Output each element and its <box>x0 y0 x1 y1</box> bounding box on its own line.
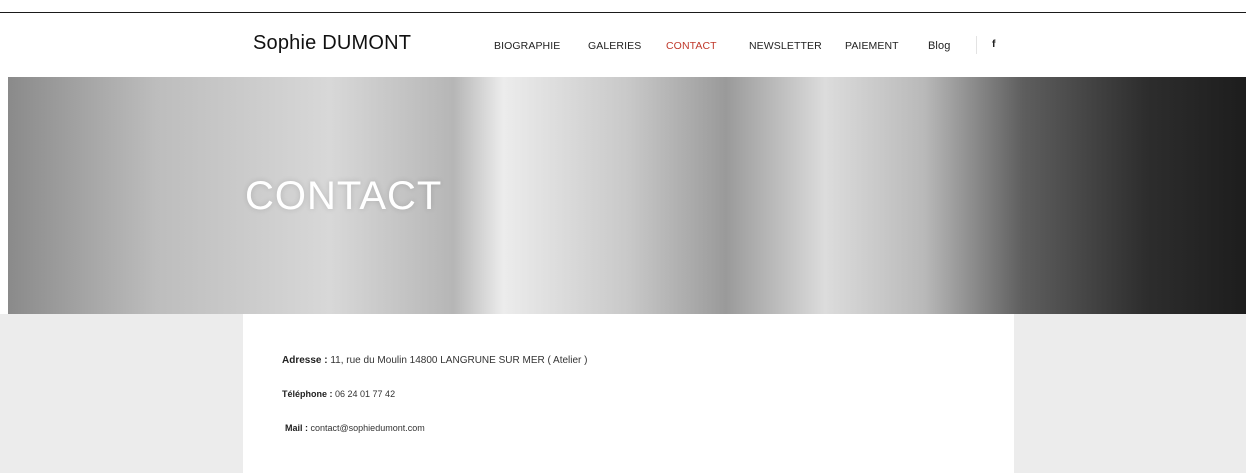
mail-value[interactable]: contact@sophiedumont.com <box>308 423 425 433</box>
mail-line: Mail : contact@sophiedumont.com <box>285 423 425 433</box>
nav-contact[interactable]: CONTACT <box>666 40 717 52</box>
nav-galeries[interactable]: GALERIES <box>588 40 641 52</box>
phone-label: Téléphone : <box>282 389 333 399</box>
site-logo[interactable]: Sophie DUMONT <box>253 32 411 55</box>
address-line: Adresse : 11, rue du Moulin 14800 LANGRU… <box>282 355 588 366</box>
address-value: 11, rue du Moulin 14800 LANGRUNE SUR MER… <box>327 355 588 366</box>
address-label: Adresse : <box>282 355 328 366</box>
nav-paiement[interactable]: PAIEMENT <box>845 40 899 52</box>
facebook-icon[interactable]: f <box>992 38 996 50</box>
nav-blog[interactable]: Blog <box>928 40 950 52</box>
phone-line: Téléphone : 06 24 01 77 42 <box>282 389 395 399</box>
hero-title: CONTACT <box>245 174 443 218</box>
site-header: Sophie DUMONT BIOGRAPHIE GALERIES CONTAC… <box>0 13 1246 77</box>
phone-value: 06 24 01 77 42 <box>332 389 396 399</box>
hero-banner: CONTACT <box>8 77 1246 314</box>
mail-label: Mail : <box>285 423 309 433</box>
nav-newsletter[interactable]: NEWSLETTER <box>749 40 822 52</box>
nav-separator <box>976 36 977 54</box>
nav-biographie[interactable]: BIOGRAPHIE <box>494 40 560 52</box>
